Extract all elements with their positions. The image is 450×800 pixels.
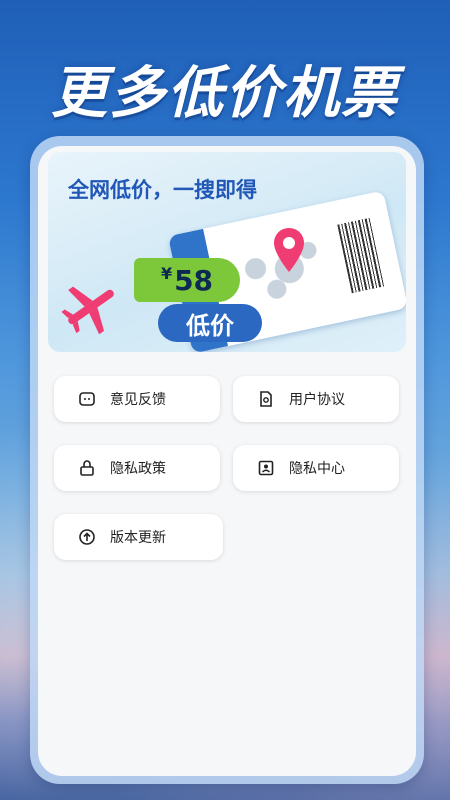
price-value: 58	[174, 263, 214, 297]
low-price-pill: 低价	[158, 304, 262, 342]
menu-item-privacy-policy[interactable]: 隐私政策	[54, 445, 220, 491]
menu-item-label: 隐私政策	[110, 461, 166, 477]
price-tag: ¥ 58	[134, 258, 240, 302]
location-pin-icon	[274, 228, 304, 272]
promo-banner[interactable]: 全网低价，一搜即得 ¥ 58 低价	[48, 152, 406, 352]
currency-symbol: ¥	[160, 264, 173, 283]
menu-item-label: 隐私中心	[289, 461, 345, 477]
menu-item-privacy-center[interactable]: 隐私中心	[233, 445, 399, 491]
menu-item-label: 意见反馈	[110, 392, 166, 408]
upload-icon	[78, 528, 96, 546]
banner-title: 全网低价，一搜即得	[68, 178, 257, 202]
menu-item-label: 版本更新	[110, 530, 166, 546]
feedback-icon	[78, 390, 96, 408]
menu-item-feedback[interactable]: 意见反馈	[54, 376, 220, 422]
lock-icon	[78, 459, 96, 477]
barcode-graphic	[337, 217, 386, 294]
airplane-icon	[61, 286, 114, 335]
page-headline: 更多低价机票	[51, 61, 399, 126]
menu-item-version-update[interactable]: 版本更新	[54, 514, 223, 560]
menu-item-user-agreement[interactable]: 用户协议	[233, 376, 399, 422]
menu-item-label: 用户协议	[289, 392, 345, 408]
user-card-icon	[257, 459, 275, 477]
document-icon	[257, 390, 275, 408]
